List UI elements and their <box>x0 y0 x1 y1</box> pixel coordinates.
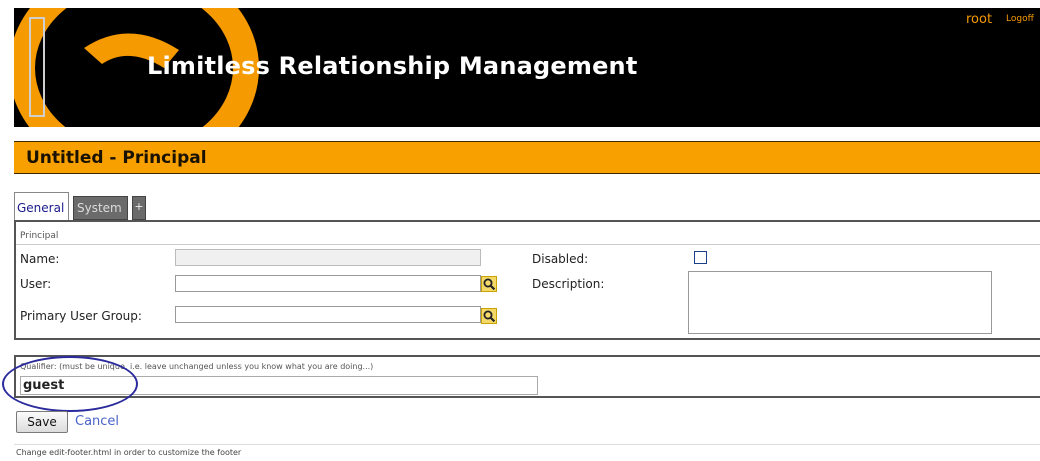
page-title-bar: Untitled - Principal <box>14 141 1040 174</box>
section-divider <box>16 244 1040 245</box>
user-lookup-button[interactable] <box>481 276 497 292</box>
qualifier-panel: Qualifier: (must be unique, i.e. leave u… <box>14 355 1040 398</box>
page-title: Untitled - Principal <box>26 148 207 168</box>
description-label: Description: <box>532 277 605 291</box>
primary-group-field[interactable] <box>175 306 481 323</box>
search-icon <box>483 310 496 323</box>
user-field[interactable] <box>175 275 481 292</box>
tab-general[interactable]: General <box>14 192 69 220</box>
description-textarea[interactable] <box>688 271 992 334</box>
footer-note: Change edit-footer.html in order to cust… <box>14 444 1040 458</box>
section-label: Principal <box>20 231 59 241</box>
name-label: Name: <box>20 252 60 266</box>
logoff-link[interactable]: Logoff <box>1006 14 1034 24</box>
search-icon <box>483 278 496 291</box>
current-user-link[interactable]: root <box>966 12 992 27</box>
principal-panel: Principal Name: User: Primary User Group… <box>14 220 1040 340</box>
primary-group-label: Primary User Group: <box>20 309 142 323</box>
user-label: User: <box>20 277 52 291</box>
cancel-link[interactable]: Cancel <box>75 414 119 429</box>
tab-system[interactable]: System <box>73 196 128 220</box>
save-button[interactable]: Save <box>16 411 68 433</box>
disabled-label: Disabled: <box>532 252 589 266</box>
primary-group-lookup-button[interactable] <box>481 308 497 324</box>
app-title: Limitless Relationship Management <box>147 52 638 80</box>
disabled-checkbox[interactable] <box>694 251 707 264</box>
add-tab-button[interactable]: + <box>132 196 146 220</box>
annotation-ellipse <box>2 356 138 412</box>
header-banner: Limitless Relationship Management root L… <box>14 8 1040 127</box>
name-field <box>175 249 481 266</box>
